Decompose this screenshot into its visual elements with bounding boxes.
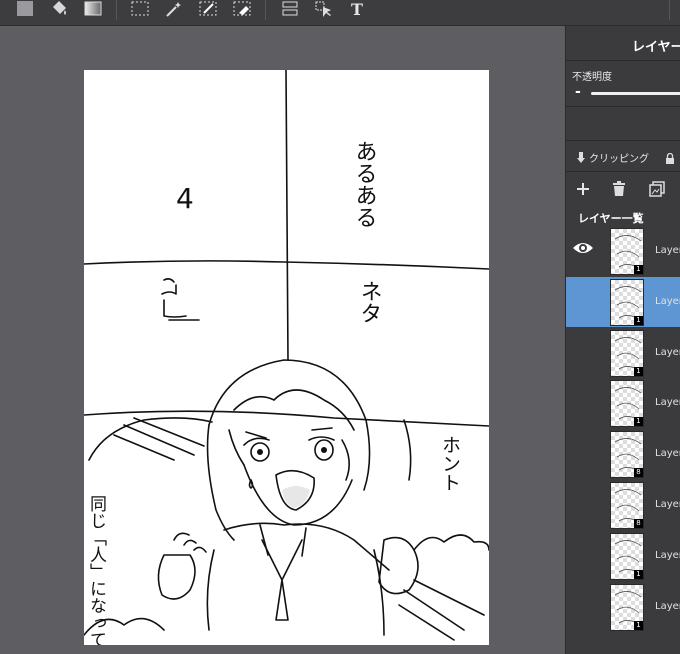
lock-icon[interactable] xyxy=(665,150,675,169)
opacity-slider[interactable] xyxy=(591,92,680,95)
canvas-area[interactable]: 4 あるある ネタ ホント 同じ「人」になってみな xyxy=(0,26,565,654)
panel3-text: ネタ xyxy=(357,280,382,324)
toolbar-separator xyxy=(116,0,117,20)
panel-divider xyxy=(566,60,680,61)
panel3-scribble xyxy=(161,278,200,321)
layer-row[interactable]: 8 Layer xyxy=(566,480,680,530)
toolbar-separator xyxy=(669,0,670,20)
layer-name: Layer xyxy=(655,295,680,307)
layer-badge: 1 xyxy=(634,620,643,630)
layer-name: Layer xyxy=(655,499,680,510)
panel-divider xyxy=(566,140,680,141)
layer-name: Layer xyxy=(655,448,680,460)
layer-duplicate-icon[interactable] xyxy=(649,181,665,201)
layer-badge: 8 xyxy=(634,519,643,528)
layer-row[interactable]: 1 Layer xyxy=(566,378,680,428)
layer-name: Layer xyxy=(655,397,680,409)
paint-bucket-icon[interactable] xyxy=(49,0,69,18)
panel5-side-text: ホント xyxy=(439,435,461,492)
clipping-button[interactable]: クリッピング xyxy=(576,150,649,165)
panel1-text: 4 xyxy=(176,182,194,215)
select-pen-icon[interactable] xyxy=(198,0,218,18)
panel-divider-horizontal-2 xyxy=(84,410,489,427)
select-rect-icon[interactable] xyxy=(130,0,150,18)
fill-color-icon[interactable] xyxy=(15,0,35,18)
layer-row[interactable]: 1 Layer xyxy=(566,328,680,378)
panel5-left-text: 同じ「人」になってみな xyxy=(86,495,107,645)
layer-row[interactable]: 1 Layer xyxy=(566,276,680,327)
layer-badge: 8 xyxy=(634,468,643,478)
layer-thumbnail: 1 xyxy=(610,329,644,377)
text-tool-icon[interactable]: T xyxy=(347,0,367,19)
layer-move-icon[interactable] xyxy=(280,0,300,18)
opacity-label: 不透明度 xyxy=(572,72,612,83)
layer-badge: 1 xyxy=(634,265,643,274)
layer-thumbnail: 8 xyxy=(610,482,644,529)
layer-row[interactable]: 1 Layer xyxy=(566,582,680,632)
magic-wand-icon[interactable] xyxy=(164,0,184,18)
manga-page[interactable]: 4 あるある ネタ ホント 同じ「人」になってみな xyxy=(84,70,489,645)
layer-row[interactable]: 1 Layer xyxy=(566,531,680,581)
gradient-icon[interactable] xyxy=(83,0,103,18)
layer-row[interactable]: 8 Layer xyxy=(566,429,680,479)
layer-thumbnail: 1 xyxy=(610,278,644,326)
clipping-label: クリッピング xyxy=(589,154,649,165)
layer-badge: 1 xyxy=(634,417,643,427)
layer-list-title: レイヤー一覧 xyxy=(578,212,644,225)
layer-thumbnail: 1 xyxy=(610,380,644,428)
top-toolbar: T xyxy=(0,0,680,26)
layer-badge: 1 xyxy=(634,315,643,325)
layer-row[interactable]: 1 Layer xyxy=(566,226,680,276)
layer-badge: 1 xyxy=(634,366,643,376)
panel-title: レイヤー xyxy=(632,40,680,55)
layer-name: Layer xyxy=(655,549,680,561)
trash-icon[interactable] xyxy=(612,181,626,201)
panel-divider-horizontal-1 xyxy=(84,260,489,270)
select-eraser-icon[interactable] xyxy=(232,0,252,18)
panel2-text: あるある xyxy=(352,140,377,228)
add-layer-icon[interactable] xyxy=(575,181,591,201)
layer-thumbnail: 1 xyxy=(610,583,644,631)
panel-divider xyxy=(566,106,680,107)
layer-name: Layer xyxy=(655,600,680,612)
opacity-decrease-button[interactable]: - xyxy=(575,84,581,100)
toolbar-separator xyxy=(265,0,266,20)
layer-name: Layer xyxy=(655,346,680,358)
panel-divider-vertical xyxy=(285,70,289,361)
clip-arrow-icon xyxy=(577,151,585,163)
layer-thumbnail: 8 xyxy=(610,431,644,479)
layer-thumbnail: 1 xyxy=(610,228,644,275)
layer-name: Layer xyxy=(655,245,680,256)
eye-icon[interactable] xyxy=(572,240,594,259)
panel-divider xyxy=(566,171,680,172)
move-tool-icon[interactable] xyxy=(314,0,334,18)
layers-panel: レイヤー 不透明度 - クリッピング レイヤー一覧 1 Layer 1 Layer 1 L… xyxy=(565,26,680,654)
layer-badge: 1 xyxy=(634,569,643,579)
sketch-drawing: 4 あるある ネタ ホント 同じ「人」になってみな xyxy=(84,70,489,645)
layer-thumbnail: 1 xyxy=(610,532,644,580)
